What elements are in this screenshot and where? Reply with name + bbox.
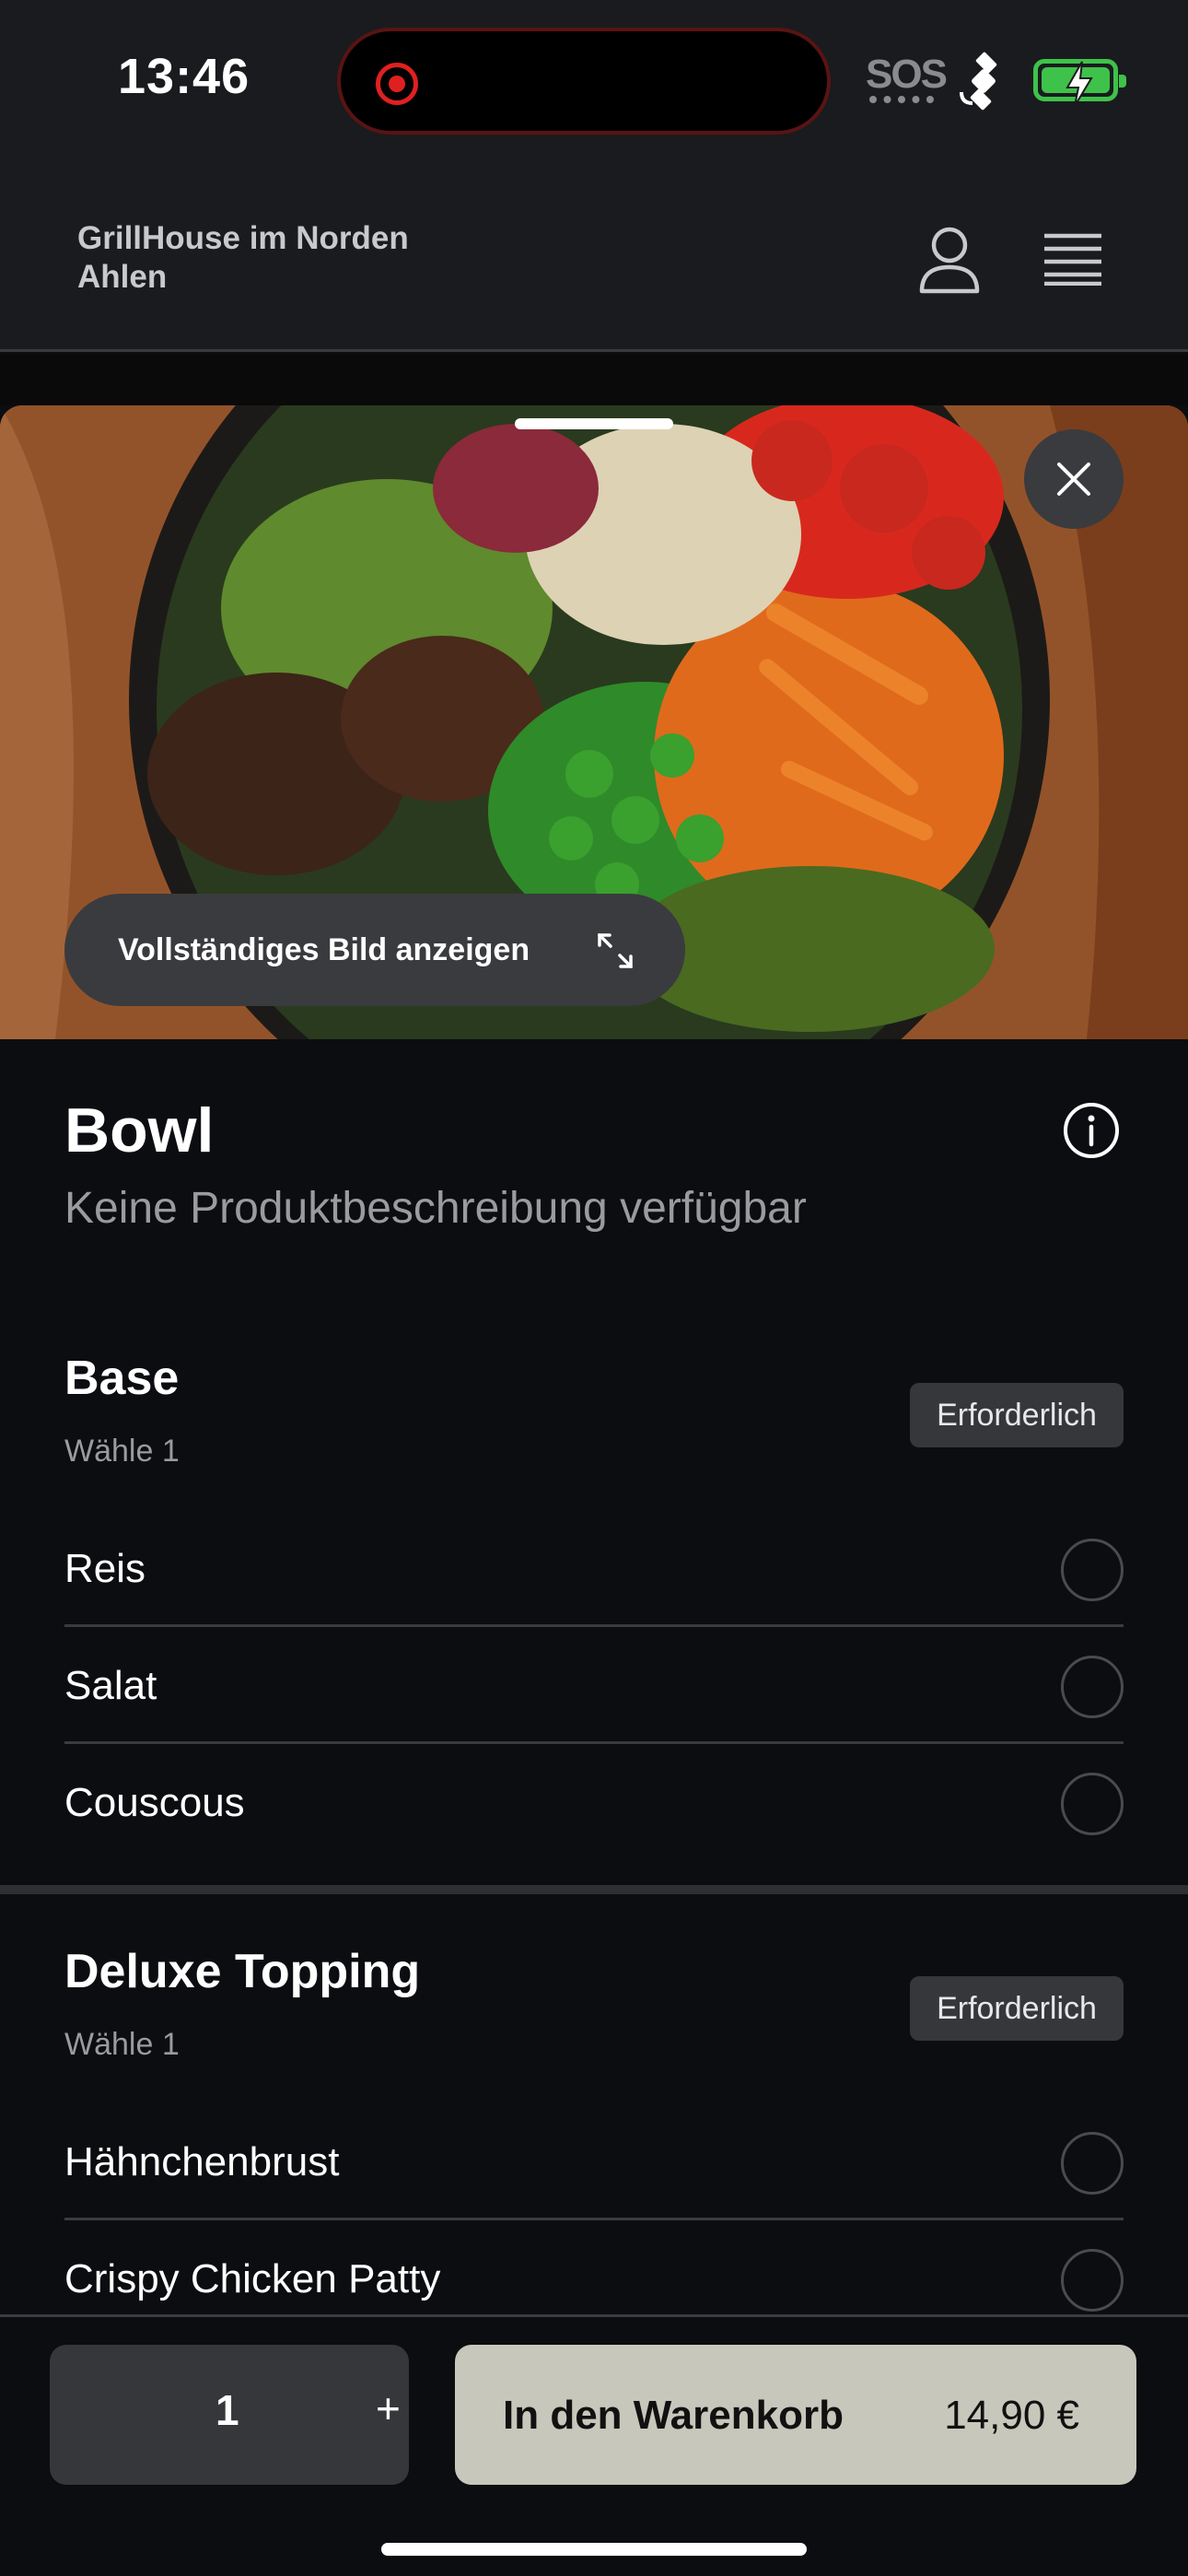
show-full-image-label: Vollständiges Bild anzeigen bbox=[118, 931, 530, 967]
sos-indicator: SOS bbox=[866, 52, 948, 97]
section-title-base: Base bbox=[64, 1352, 180, 1405]
info-icon[interactable] bbox=[1063, 1102, 1120, 1159]
option-haehnchenbrust[interactable]: Hähnchenbrust bbox=[64, 2104, 1124, 2220]
option-label: Hähnchenbrust bbox=[64, 2139, 340, 2184]
battery-charging-icon bbox=[1033, 59, 1126, 107]
option-couscous[interactable]: Couscous bbox=[64, 1745, 1124, 1861]
option-label: Crispy Chicken Patty bbox=[64, 2256, 441, 2301]
hamburger-menu-icon[interactable] bbox=[1042, 230, 1103, 286]
option-label: Reis bbox=[64, 1546, 146, 1591]
option-label: Couscous bbox=[64, 1780, 245, 1825]
product-title: Bowl bbox=[64, 1095, 215, 1165]
sheet-backdrop bbox=[0, 355, 1188, 405]
section-subtitle-deluxe-topping: Wähle 1 bbox=[64, 2027, 180, 2062]
section-title-deluxe-topping: Deluxe Topping bbox=[64, 1945, 421, 1998]
section-divider bbox=[0, 1885, 1188, 1894]
product-description: Keine Produktbeschreibung verfügbar bbox=[64, 1184, 807, 1233]
product-image[interactable]: Vollständiges Bild anzeigen bbox=[0, 405, 1188, 1039]
show-full-image-button[interactable]: Vollständiges Bild anzeigen bbox=[64, 894, 685, 1006]
status-time: 13:46 bbox=[118, 49, 250, 104]
restaurant-name-label: GrillHouse im Norden bbox=[77, 220, 409, 256]
increment-button[interactable]: + bbox=[376, 2383, 401, 2433]
required-badge: Erforderlich bbox=[910, 1976, 1124, 2041]
recording-indicator-icon bbox=[376, 63, 418, 105]
status-bar: 13:46 SOS bbox=[0, 0, 1188, 166]
user-account-icon[interactable] bbox=[917, 225, 982, 295]
radio-button[interactable] bbox=[1061, 2132, 1124, 2195]
section-subtitle-base: Wähle 1 bbox=[64, 1434, 180, 1469]
radio-button[interactable] bbox=[1061, 1539, 1124, 1601]
option-label: Salat bbox=[64, 1663, 157, 1708]
quantity-stepper: 1 + bbox=[50, 2345, 409, 2485]
restaurant-header: GrillHouse im Norden Ahlen bbox=[0, 166, 1188, 352]
add-to-cart-label: In den Warenkorb bbox=[503, 2393, 844, 2438]
bottom-action-bar: 1 + In den Warenkorb 14,90 € bbox=[0, 2314, 1188, 2576]
expand-icon bbox=[598, 933, 633, 968]
restaurant-name[interactable]: GrillHouse im Norden Ahlen bbox=[77, 219, 409, 297]
required-badge: Erforderlich bbox=[910, 1383, 1124, 1447]
cart-price: 14,90 € bbox=[944, 2393, 1079, 2438]
satellite-icon bbox=[960, 52, 997, 111]
quantity-value: 1 bbox=[215, 2386, 239, 2434]
add-to-cart-button[interactable]: In den Warenkorb 14,90 € bbox=[455, 2345, 1136, 2485]
option-salat[interactable]: Salat bbox=[64, 1628, 1124, 1744]
sos-signal-dots bbox=[869, 96, 934, 103]
restaurant-location-label: Ahlen bbox=[77, 259, 168, 295]
radio-button[interactable] bbox=[1061, 1773, 1124, 1835]
radio-button[interactable] bbox=[1061, 1656, 1124, 1718]
close-icon bbox=[1057, 463, 1090, 496]
home-indicator[interactable] bbox=[381, 2543, 807, 2556]
dynamic-island bbox=[337, 28, 831, 135]
close-button[interactable] bbox=[1024, 429, 1124, 529]
sheet-grabber[interactable] bbox=[515, 418, 673, 429]
option-reis[interactable]: Reis bbox=[64, 1511, 1124, 1627]
radio-button[interactable] bbox=[1061, 2249, 1124, 2312]
